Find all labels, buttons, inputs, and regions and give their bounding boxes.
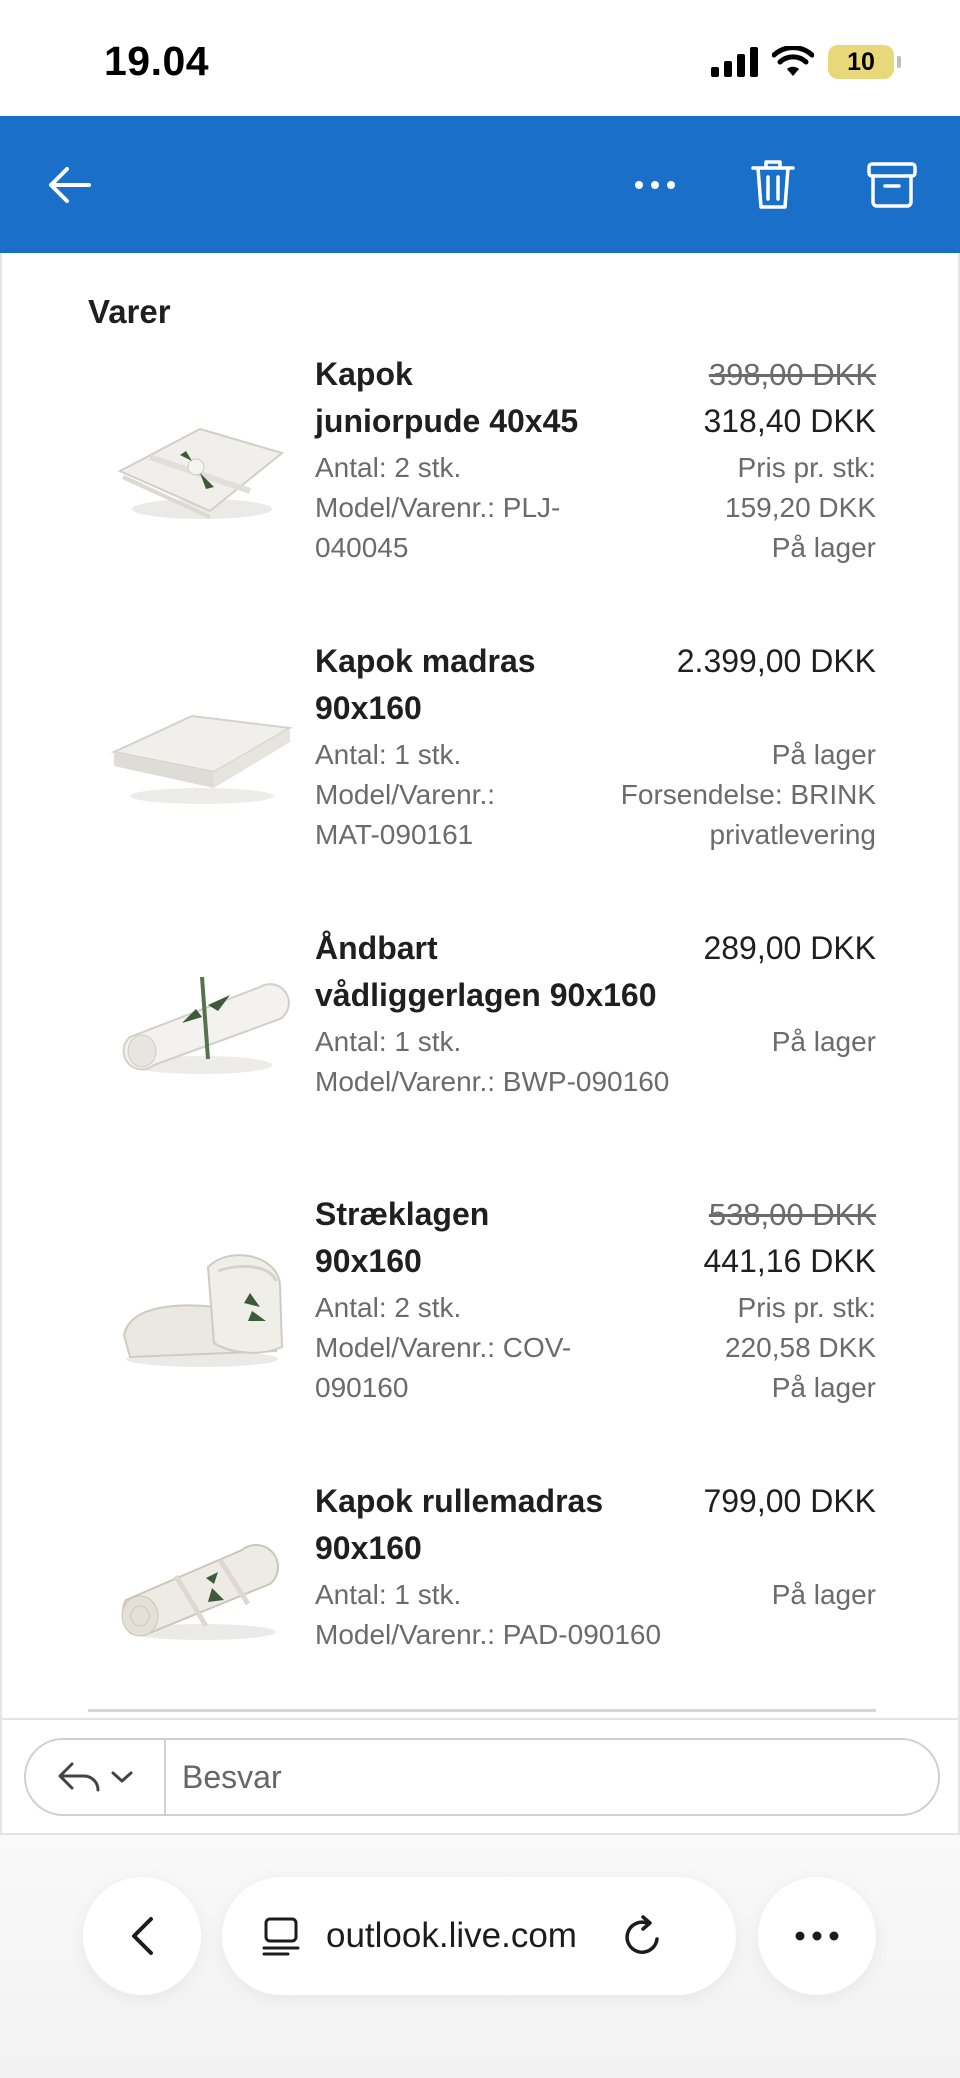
item-model: Model/Varenr.: COV- (315, 1332, 572, 1363)
more-horizontal-icon (635, 180, 675, 189)
stock-status: På lager (771, 1372, 876, 1403)
battery-level: 10 (847, 47, 875, 76)
archive-button[interactable] (847, 116, 937, 253)
reply-icon (58, 1762, 100, 1792)
browser-back-button[interactable] (83, 1877, 201, 1995)
unit-price: 220,58 DKK (725, 1332, 876, 1363)
battery-icon: 10 (828, 45, 901, 79)
item-quantity: Antal: 2 stk. (315, 1292, 462, 1323)
item-name-line1: Kapok rullemadras (315, 1483, 604, 1519)
item-name-line2: vådliggerlagen 90x160 (315, 977, 657, 1013)
wifi-icon (772, 46, 814, 76)
archive-icon (867, 161, 917, 208)
item-name-line1: Stræklagen (315, 1196, 490, 1232)
product-image-mattress (110, 714, 292, 804)
delete-button[interactable] (728, 116, 818, 253)
price: 289,00 DKK (703, 930, 876, 966)
browser-toolbar: outlook.live.com (0, 1835, 960, 2078)
reply-input[interactable] (166, 1740, 938, 1814)
item-name-line2: 90x160 (315, 690, 422, 726)
more-options-button[interactable] (610, 116, 700, 253)
cellular-signal-icon (711, 47, 758, 77)
url-text: outlook.live.com (326, 1916, 577, 1955)
item-quantity: Antal: 1 stk. (315, 1026, 462, 1057)
reply-options-button[interactable] (26, 1740, 166, 1814)
price: 441,16 DKK (703, 1243, 876, 1279)
item-model: Model/Varenr.: (315, 779, 496, 810)
item-quantity: Antal: 1 stk. (315, 739, 462, 770)
mail-header (0, 116, 960, 253)
item-price-block: 398,00 DKK 318,40 DKK Pris pr. stk: 159,… (703, 351, 876, 568)
reply-box (24, 1738, 940, 1816)
chevron-down-icon (111, 1771, 133, 1783)
original-price: 538,00 DKK (708, 1197, 876, 1232)
stock-status: På lager (771, 1026, 876, 1057)
price: 799,00 DKK (703, 1483, 876, 1519)
product-image-pillow (117, 427, 285, 519)
item-price-block: 2.399,00 DKK På lager Forsendelse: BRINK… (621, 638, 876, 855)
item-quantity: Antal: 1 stk. (315, 1579, 462, 1610)
unit-price-label: Pris pr. stk: (737, 1292, 876, 1323)
item-model: Model/Varenr.: PLJ- (315, 492, 561, 523)
status-bar: 19.04 10 (0, 0, 960, 116)
item-model-cont: MAT-090161 (315, 819, 474, 850)
item-name-line1: Åndbart (315, 930, 438, 966)
arrow-left-icon (49, 166, 91, 203)
item-quantity: Antal: 2 stk. (315, 452, 462, 483)
stock-status: På lager (771, 532, 876, 563)
shipping-method-cont: privatlevering (709, 819, 876, 850)
unit-price-label: Pris pr. stk: (737, 452, 876, 483)
item-model: Model/Varenr.: BWP-090160 (315, 1066, 670, 1097)
shipping-method: Forsendelse: BRINK (620, 779, 876, 810)
item-name-line1: Kapok madras (315, 643, 536, 679)
item-name-line2: 90x160 (315, 1530, 422, 1566)
product-image-pad (122, 976, 290, 1074)
status-time: 19.04 (104, 38, 210, 84)
message-body: Varer Kapok juniorpude 40x45 Antal: 2 st… (0, 253, 960, 1718)
item-name-line2: juniorpude 40x45 (315, 403, 579, 439)
status-icons: 10 (711, 44, 901, 80)
item-price-block: 289,00 DKK På lager (703, 925, 876, 1062)
item-model-cont: 090160 (315, 1372, 409, 1403)
product-image-roll-mattress (121, 1543, 280, 1640)
original-price: 398,00 DKK (708, 357, 876, 392)
item-model: Model/Varenr.: PAD-090160 (315, 1619, 662, 1650)
item-price-block: 799,00 DKK På lager (703, 1478, 876, 1615)
page-menu-icon[interactable] (262, 1916, 300, 1956)
product-image-sheet (122, 1254, 284, 1367)
stock-status: På lager (771, 1579, 876, 1610)
item-price-block: 538,00 DKK 441,16 DKK Pris pr. stk: 220,… (703, 1191, 876, 1408)
stock-status: På lager (771, 739, 876, 770)
price: 318,40 DKK (703, 403, 876, 439)
trash-icon (751, 159, 795, 209)
address-bar[interactable]: outlook.live.com (222, 1877, 736, 1995)
item-name-line1: Kapok (315, 356, 413, 392)
item-model-cont: 040045 (315, 532, 409, 563)
item-name-line2: 90x160 (315, 1243, 422, 1279)
reply-bar (0, 1718, 960, 1835)
browser-more-button[interactable] (758, 1877, 876, 1995)
more-horizontal-icon (795, 1931, 839, 1941)
reload-icon[interactable] (623, 1915, 663, 1957)
section-title: Varer (88, 293, 171, 330)
unit-price: 159,20 DKK (725, 492, 876, 523)
price: 2.399,00 DKK (676, 643, 876, 679)
content-divider (88, 1709, 876, 1712)
chevron-left-icon (132, 1917, 153, 1955)
back-button[interactable] (24, 116, 114, 253)
